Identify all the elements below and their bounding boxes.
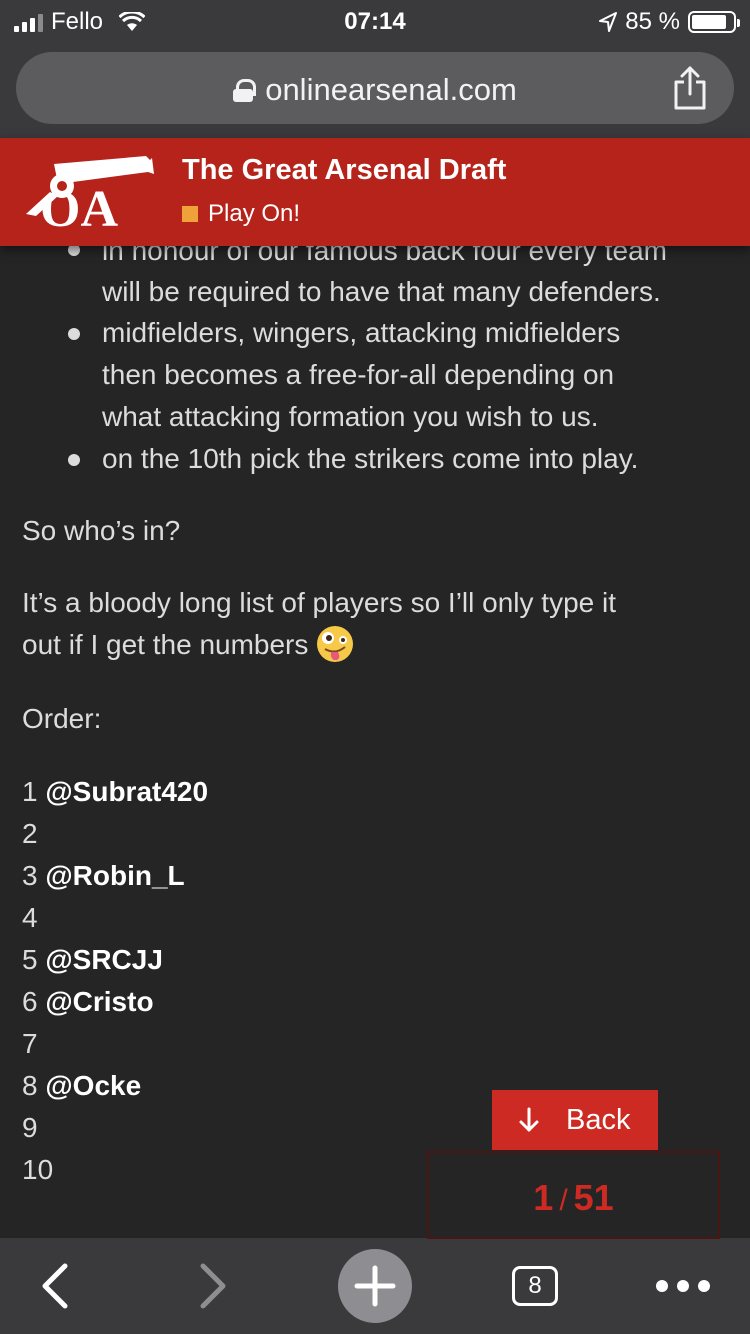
lock-icon — [233, 79, 257, 102]
location-arrow-icon — [599, 12, 618, 32]
paragraph-line: out if I get the numbers — [22, 624, 354, 665]
page-counter[interactable]: 1/51 — [427, 1151, 720, 1239]
plus-icon — [354, 1265, 396, 1307]
order-number: 10 — [22, 1154, 54, 1185]
order-row: 7 — [22, 1023, 38, 1064]
user-mention[interactable]: @Ocke — [45, 1070, 141, 1101]
chevron-right-icon — [200, 1263, 226, 1309]
bullet-line: will be required to have that many defen… — [102, 276, 661, 307]
more-icon — [656, 1280, 710, 1292]
order-row: 9 — [22, 1107, 38, 1148]
plus-circle — [338, 1249, 412, 1323]
back-button[interactable]: Back — [492, 1090, 658, 1150]
bullet-line: then becomes a free-for-all depending on — [102, 359, 615, 390]
user-mention[interactable]: @Robin_L — [45, 860, 184, 891]
site-header: OA The Great Arsenal Draft Play On! — [0, 138, 750, 246]
site-title[interactable]: The Great Arsenal Draft — [182, 154, 506, 187]
order-number: 6 — [22, 986, 38, 1017]
order-row: 1 @Subrat420 — [22, 771, 208, 812]
page-current: 1 — [533, 1177, 554, 1218]
order-row: 10 — [22, 1149, 53, 1190]
browser-forward-button[interactable] — [178, 1238, 248, 1334]
address-bar[interactable]: onlinearsenal.com — [16, 52, 734, 124]
paragraph-text: out if I get the numbers — [22, 629, 309, 660]
browser-back-button[interactable] — [20, 1238, 90, 1334]
order-row: 2 — [22, 813, 38, 854]
share-icon[interactable] — [672, 66, 708, 110]
site-subtitle: Play On! — [182, 200, 300, 228]
order-row: 8 @Ocke — [22, 1065, 141, 1106]
more-button[interactable] — [648, 1238, 718, 1334]
page-separator: / — [559, 1184, 568, 1217]
status-square-icon — [182, 206, 198, 222]
post-content: in honour of our famous back four every … — [0, 230, 750, 1238]
site-logo[interactable]: OA — [20, 156, 165, 228]
paragraph-line: It’s a bloody long list of players so I’… — [22, 587, 617, 618]
arrow-down-icon — [519, 1107, 539, 1132]
site-subtitle-text: Play On! — [208, 200, 301, 227]
tabs-button[interactable]: 8 — [500, 1238, 570, 1334]
bullet-dot — [68, 328, 80, 340]
order-number: 7 — [22, 1028, 38, 1059]
order-number: 5 — [22, 944, 38, 975]
order-number: 8 — [22, 1070, 38, 1101]
user-mention[interactable]: @SRCJJ — [45, 944, 163, 975]
browser-bottom-toolbar: 8 — [0, 1238, 750, 1334]
bullet-dot — [68, 454, 80, 466]
back-button-label: Back — [566, 1104, 631, 1136]
order-row: 4 — [22, 897, 38, 938]
order-label: Order: — [22, 703, 102, 734]
order-row: 3 @Robin_L — [22, 855, 185, 896]
tab-count: 8 — [512, 1266, 558, 1306]
order-row: 6 @Cristo — [22, 981, 154, 1022]
logo-text: OA — [40, 181, 118, 228]
order-number: 4 — [22, 902, 38, 933]
page-total: 51 — [573, 1177, 614, 1218]
order-row: 5 @SRCJJ — [22, 939, 163, 980]
battery-icon — [688, 11, 740, 33]
bullet-line: midfielders, wingers, attacking midfield… — [102, 317, 621, 348]
user-mention[interactable]: @Subrat420 — [45, 776, 208, 807]
question-text: So who’s in? — [22, 515, 181, 546]
status-right: 85 % — [599, 8, 740, 36]
order-number: 3 — [22, 860, 38, 891]
status-bar: Fello 07:14 85 % — [0, 0, 750, 42]
zany-face-emoji-icon — [317, 626, 354, 662]
order-number: 9 — [22, 1112, 38, 1143]
user-mention[interactable]: @Cristo — [45, 986, 153, 1017]
page-counter-text: 1/51 — [429, 1177, 718, 1219]
order-number: 2 — [22, 818, 38, 849]
url-text: onlinearsenal.com — [265, 72, 517, 107]
bullet-line: on the 10th pick the strikers come into … — [102, 443, 639, 474]
bullet-line: what attacking formation you wish to us. — [102, 401, 599, 432]
chevron-left-icon — [42, 1263, 68, 1309]
battery-percent: 85 % — [625, 8, 680, 35]
battery-fill — [692, 15, 726, 29]
address-text-wrap: onlinearsenal.com — [16, 72, 734, 108]
browser-toolbar: onlinearsenal.com — [0, 42, 750, 138]
new-tab-button[interactable] — [337, 1238, 413, 1334]
order-number: 1 — [22, 776, 38, 807]
